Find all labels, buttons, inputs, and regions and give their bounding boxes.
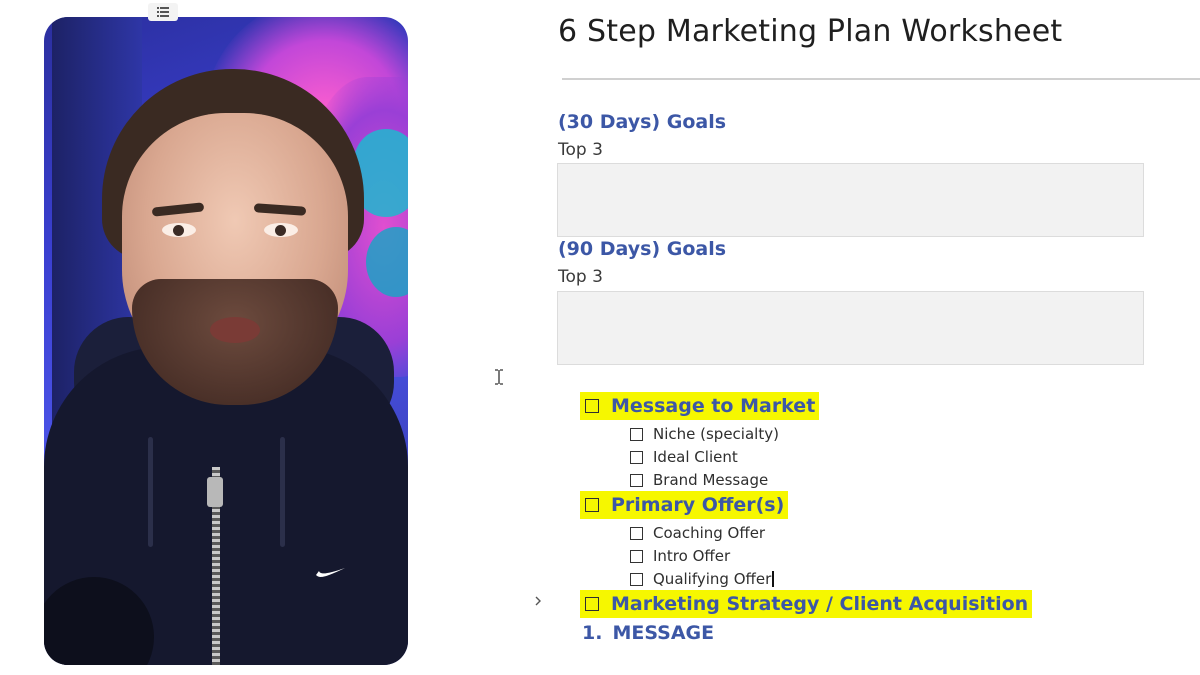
numbered-heading-text: MESSAGE — [612, 622, 715, 644]
eye — [264, 223, 298, 237]
list-icon[interactable] — [148, 3, 178, 21]
section-label: Marketing Strategy / Client Acquisition — [611, 593, 1029, 615]
zipper-pull — [207, 477, 223, 507]
checkbox[interactable] — [630, 549, 643, 563]
document-title[interactable]: 6 Step Marketing Plan Worksheet — [558, 14, 1062, 49]
checkbox[interactable] — [630, 427, 643, 441]
swoosh-logo — [314, 565, 346, 579]
checkbox[interactable] — [630, 572, 643, 586]
item-label: Qualifying Offer — [653, 570, 772, 588]
list-number: 1. — [582, 622, 603, 644]
checklist-item[interactable]: Coaching Offer — [630, 523, 765, 543]
numbered-heading[interactable]: 1. MESSAGE — [582, 622, 714, 644]
item-label: Ideal Client — [653, 448, 738, 466]
checklist-item[interactable]: Qualifying Offer — [630, 569, 774, 589]
item-label: Brand Message — [653, 471, 769, 489]
i-beam-cursor-icon — [494, 369, 504, 389]
item-label: Niche (specialty) — [653, 425, 779, 443]
goal-input-box-30[interactable] — [557, 163, 1144, 237]
eye — [162, 223, 196, 237]
goal-subheading-30[interactable]: Top 3 — [558, 140, 603, 160]
text-caret — [772, 571, 774, 587]
checklist-section-message-to-market[interactable]: Message to Market — [580, 392, 820, 420]
goal-input-box-90[interactable] — [557, 291, 1144, 365]
item-label: Intro Offer — [653, 547, 731, 565]
hoodie-string — [280, 437, 285, 547]
hoodie-string — [148, 437, 153, 547]
goal-subheading-90[interactable]: Top 3 — [558, 267, 603, 287]
person-mouth — [210, 317, 260, 343]
checkbox[interactable] — [585, 597, 599, 611]
section-label: Message to Market — [611, 395, 816, 417]
goal-heading-30[interactable]: (30 Days) Goals — [558, 111, 726, 133]
section-label: Primary Offer(s) — [611, 494, 785, 516]
checkbox[interactable] — [585, 498, 599, 512]
item-label: Coaching Offer — [653, 524, 766, 542]
checkbox[interactable] — [630, 450, 643, 464]
chevron-right-icon[interactable] — [534, 595, 542, 611]
checklist-item[interactable]: Ideal Client — [630, 447, 738, 467]
checkbox[interactable] — [585, 399, 599, 413]
horizontal-rule — [562, 78, 1200, 80]
checkbox[interactable] — [630, 473, 643, 487]
goal-heading-90[interactable]: (90 Days) Goals — [558, 238, 726, 260]
checklist-item[interactable]: Niche (specialty) — [630, 424, 779, 444]
checklist-section-marketing-strategy[interactable]: Marketing Strategy / Client Acquisition — [580, 590, 1033, 618]
checklist-section-primary-offers[interactable]: Primary Offer(s) — [580, 491, 789, 519]
checkbox[interactable] — [630, 526, 643, 540]
webcam-video — [44, 17, 408, 665]
checklist-item[interactable]: Brand Message — [630, 470, 768, 490]
checklist-item[interactable]: Intro Offer — [630, 546, 730, 566]
